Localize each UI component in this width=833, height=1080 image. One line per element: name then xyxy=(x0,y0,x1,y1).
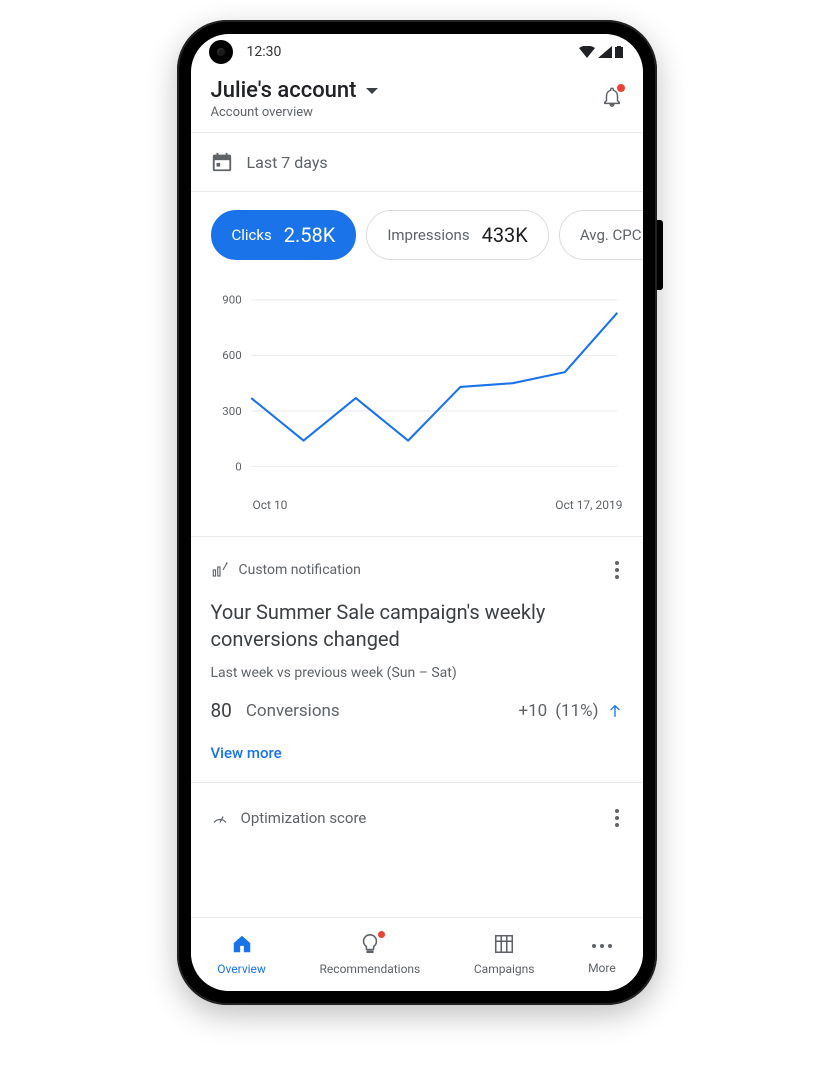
speedometer-icon xyxy=(211,809,229,827)
app-header: Julie's account Account overview xyxy=(191,70,643,132)
metric-label: Impressions xyxy=(387,226,469,244)
more-icon xyxy=(592,935,612,957)
battery-icon xyxy=(615,46,623,58)
stat-delta-pct: (11%) xyxy=(555,701,598,721)
optimization-label: Optimization score xyxy=(241,809,367,827)
notification-stat-row: 80 Conversions +10 (11%) xyxy=(211,699,623,722)
metric-pill-impressions[interactable]: Impressions 433K xyxy=(366,210,549,260)
x-start-label: Oct 10 xyxy=(253,498,288,512)
optimization-score-card[interactable]: Optimization score xyxy=(191,782,643,837)
card-overflow-menu[interactable] xyxy=(611,557,623,583)
svg-text:600: 600 xyxy=(222,348,241,362)
x-end-label: Oct 17, 2019 xyxy=(555,498,622,512)
nav-label: Recommendations xyxy=(320,962,421,976)
nav-overview[interactable]: Overview xyxy=(217,933,266,976)
bottom-nav: Overview Recommendations Campaigns More xyxy=(191,917,643,991)
notification-subtitle: Last week vs previous week (Sun – Sat) xyxy=(211,665,623,681)
nav-label: Campaigns xyxy=(474,962,535,976)
wifi-icon xyxy=(579,46,595,58)
phone-screen: 12:30 Julie's account Account overview xyxy=(191,34,643,991)
insight-icon xyxy=(211,561,229,579)
phone-frame: 12:30 Julie's account Account overview xyxy=(177,20,657,1005)
arrow-up-icon xyxy=(607,703,623,719)
stat-value: 80 xyxy=(211,699,232,722)
grid-icon xyxy=(493,933,515,955)
front-camera xyxy=(209,40,233,64)
metric-pill-clicks[interactable]: Clicks 2.58K xyxy=(211,210,357,260)
svg-text:300: 300 xyxy=(222,404,241,418)
status-time: 12:30 xyxy=(247,44,282,60)
svg-text:0: 0 xyxy=(235,459,241,473)
calendar-icon xyxy=(211,151,233,173)
chevron-down-icon xyxy=(365,87,379,95)
status-icons xyxy=(579,46,623,58)
metric-pill-avg-cpc[interactable]: Avg. CPC xyxy=(559,210,643,260)
home-icon xyxy=(231,933,253,955)
notifications-button[interactable] xyxy=(601,86,623,112)
date-range-selector[interactable]: Last 7 days xyxy=(191,133,643,191)
account-selector[interactable]: Julie's account Account overview xyxy=(211,78,379,120)
notification-card: Custom notification Your Summer Sale cam… xyxy=(191,537,643,782)
nav-label: More xyxy=(588,961,616,975)
clicks-line-chart: 0 300 600 900 xyxy=(211,288,623,488)
content-scroll[interactable]: Clicks 2.58K Impressions 433K Avg. CPC 0… xyxy=(191,192,643,917)
card-overflow-menu[interactable] xyxy=(611,805,623,831)
svg-text:900: 900 xyxy=(222,293,241,307)
nav-label: Overview xyxy=(217,962,266,976)
account-subtitle: Account overview xyxy=(211,105,379,120)
nav-more[interactable]: More xyxy=(588,935,616,975)
metric-label: Clicks xyxy=(232,226,272,244)
metric-pill-row[interactable]: Clicks 2.58K Impressions 433K Avg. CPC xyxy=(191,192,643,278)
status-bar: 12:30 xyxy=(191,34,643,70)
notification-dot xyxy=(378,931,385,938)
notification-title: Your Summer Sale campaign's weekly conve… xyxy=(211,599,623,653)
metric-label: Avg. CPC xyxy=(580,226,642,244)
metric-value: 2.58K xyxy=(284,223,336,247)
date-range-label: Last 7 days xyxy=(247,153,328,172)
notification-tag: Custom notification xyxy=(239,562,361,578)
chart-card: 0 300 600 900 Oct 10 Oct 17, 2019 xyxy=(191,278,643,536)
chart-x-axis-labels: Oct 10 Oct 17, 2019 xyxy=(211,498,623,512)
signal-icon xyxy=(598,46,612,58)
metric-value: 433K xyxy=(482,223,528,247)
stat-delta: +10 xyxy=(518,701,547,721)
nav-campaigns[interactable]: Campaigns xyxy=(474,933,535,976)
nav-recommendations[interactable]: Recommendations xyxy=(320,933,421,976)
notification-dot xyxy=(617,84,625,92)
account-name: Julie's account xyxy=(211,78,357,103)
stat-metric: Conversions xyxy=(246,701,340,721)
view-more-link[interactable]: View more xyxy=(211,744,623,762)
